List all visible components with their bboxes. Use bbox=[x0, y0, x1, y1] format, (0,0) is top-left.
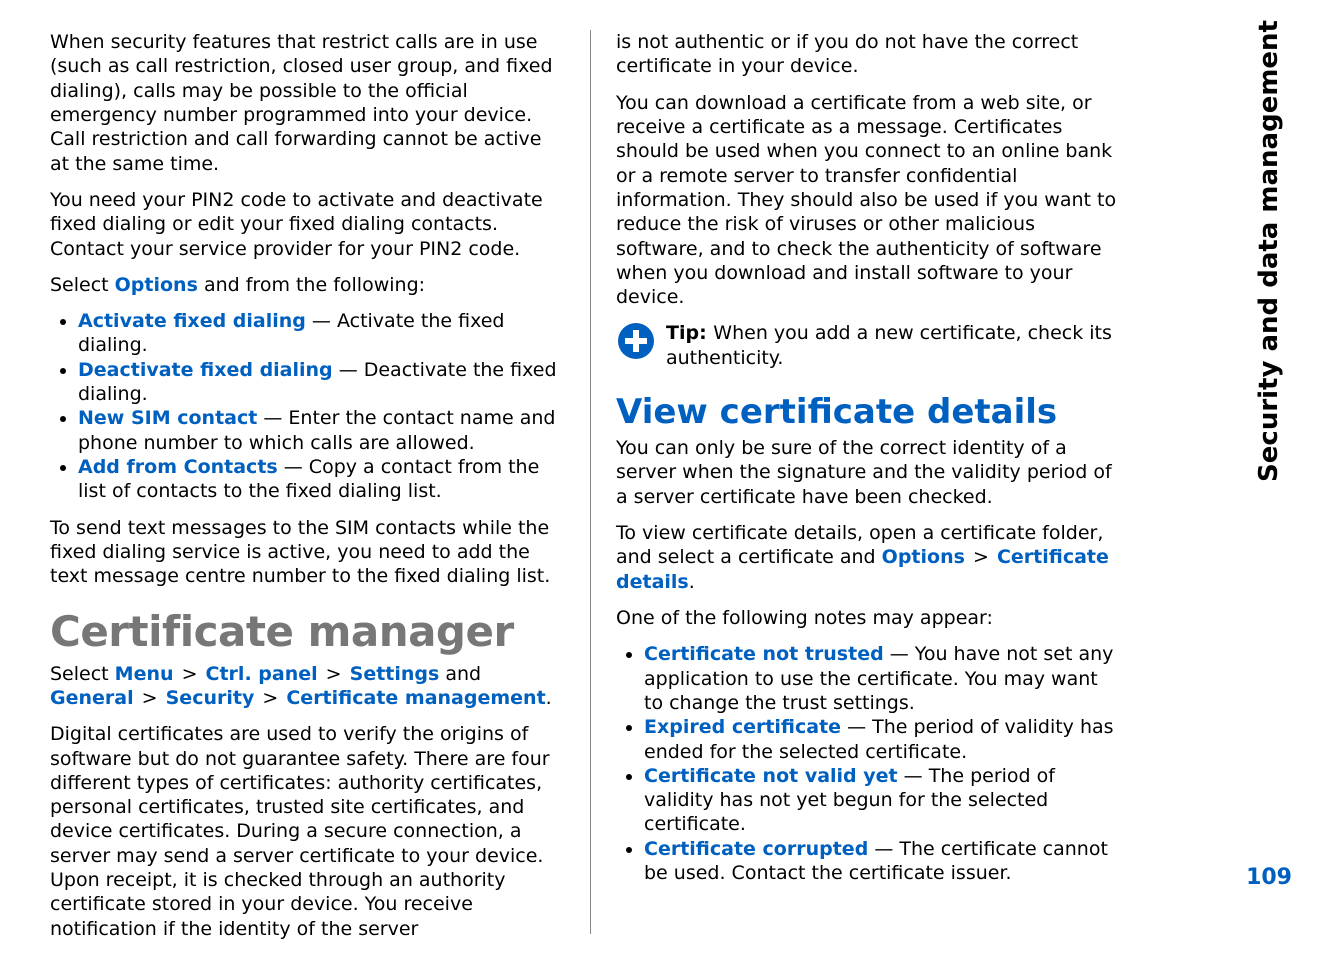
list-item: Activate fixed dialing — Activate the fi… bbox=[78, 309, 565, 358]
tip-plus-icon bbox=[616, 321, 656, 361]
paragraph: You can only be sure of the correct iden… bbox=[616, 436, 1120, 509]
text: . bbox=[546, 687, 552, 709]
paragraph: Digital certificates are used to verify … bbox=[50, 722, 565, 941]
paragraph: Select Options and from the following: bbox=[50, 273, 565, 297]
option-label: New SIM contact bbox=[78, 407, 257, 429]
nav-path: Select Menu > Ctrl. panel > Settings and… bbox=[50, 662, 565, 711]
text: Select bbox=[50, 274, 115, 296]
option-label: Deactivate fixed dialing bbox=[78, 359, 333, 381]
text: . bbox=[689, 571, 695, 593]
options-list: Activate fixed dialing — Activate the fi… bbox=[50, 309, 565, 504]
list-item: Certificate corrupted — The certificate … bbox=[644, 837, 1120, 886]
options-link: Options bbox=[882, 546, 965, 568]
nav-ctrl-panel: Ctrl. panel bbox=[206, 663, 318, 685]
notes-list: Certificate not trusted — You have not s… bbox=[616, 642, 1120, 885]
chevron: > bbox=[971, 546, 991, 568]
section-title-vertical: Security and data management bbox=[1254, 20, 1284, 482]
tip-label: Tip: bbox=[666, 322, 713, 344]
nav-settings: Settings bbox=[350, 663, 440, 685]
paragraph: You need your PIN2 code to activate and … bbox=[50, 188, 565, 261]
text: and bbox=[439, 663, 481, 685]
list-item: New SIM contact — Enter the contact name… bbox=[78, 406, 565, 455]
chevron: > bbox=[260, 687, 280, 709]
list-item: Expired certificate — The period of vali… bbox=[644, 715, 1120, 764]
paragraph: To send text messages to the SIM contact… bbox=[50, 516, 565, 589]
list-item: Add from Contacts — Copy a contact from … bbox=[78, 455, 565, 504]
heading-view-cert-details: View certificate details bbox=[616, 392, 1120, 432]
list-item: Certificate not trusted — You have not s… bbox=[644, 642, 1120, 715]
text: and from the following: bbox=[198, 274, 425, 296]
list-item: Deactivate fixed dialing — Deactivate th… bbox=[78, 358, 565, 407]
note-label: Certificate corrupted bbox=[644, 838, 868, 860]
page-number: 109 bbox=[1246, 865, 1292, 890]
paragraph: To view certificate details, open a cert… bbox=[616, 521, 1120, 594]
heading-certificate-manager: Certificate manager bbox=[50, 607, 565, 656]
option-label: Add from Contacts bbox=[78, 456, 278, 478]
paragraph: When security features that restrict cal… bbox=[50, 30, 565, 176]
note-label: Certificate not trusted bbox=[644, 643, 884, 665]
tip-callout: Tip: When you add a new certificate, che… bbox=[616, 321, 1120, 370]
nav-general: General bbox=[50, 687, 134, 709]
tip-text: Tip: When you add a new certificate, che… bbox=[666, 321, 1120, 370]
nav-cert-mgmt: Certificate management bbox=[286, 687, 545, 709]
note-label: Expired certificate bbox=[644, 716, 841, 738]
text: Select bbox=[50, 663, 115, 685]
chevron: > bbox=[324, 663, 344, 685]
option-label: Activate fixed dialing bbox=[78, 310, 306, 332]
paragraph: You can download a certificate from a we… bbox=[616, 91, 1120, 310]
nav-menu: Menu bbox=[115, 663, 174, 685]
side-margin: Security and data management 109 bbox=[1246, 20, 1292, 890]
paragraph: is not authentic or if you do not have t… bbox=[616, 30, 1120, 79]
right-column: is not authentic or if you do not have t… bbox=[590, 30, 1130, 934]
tip-body: When you add a new certificate, check it… bbox=[666, 322, 1112, 368]
note-label: Certificate not valid yet bbox=[644, 765, 898, 787]
options-link: Options bbox=[115, 274, 198, 296]
page-content: When security features that restrict cal… bbox=[0, 0, 1322, 954]
list-item: Certificate not valid yet — The period o… bbox=[644, 764, 1120, 837]
paragraph: One of the following notes may appear: bbox=[616, 606, 1120, 630]
chevron: > bbox=[140, 687, 160, 709]
chevron: > bbox=[180, 663, 200, 685]
left-column: When security features that restrict cal… bbox=[50, 30, 590, 934]
nav-security: Security bbox=[166, 687, 255, 709]
